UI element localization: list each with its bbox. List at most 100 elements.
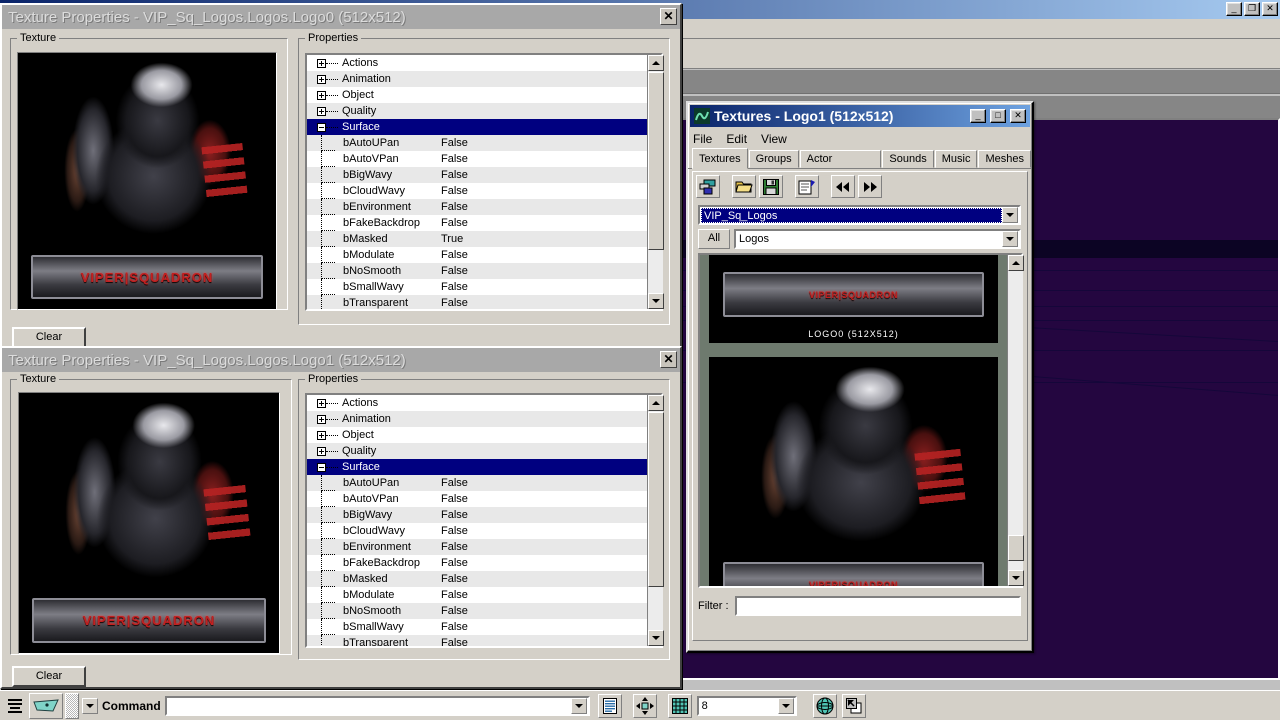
scroll-down-button[interactable] — [648, 630, 664, 646]
property-value[interactable]: False — [441, 573, 468, 585]
property-value[interactable]: False — [441, 525, 468, 537]
tab-groups[interactable]: Groups — [749, 150, 799, 168]
collapse-icon[interactable] — [317, 123, 326, 132]
scroll-down-button[interactable] — [1008, 570, 1024, 586]
property-row[interactable]: bCloudWavyFalse — [307, 523, 661, 539]
property-value[interactable]: False — [441, 185, 468, 197]
expand-icon[interactable] — [317, 447, 326, 456]
property-row[interactable]: bFakeBackdropFalse — [307, 215, 661, 231]
browser-tabstrip[interactable]: TexturesGroupsActor ClassesSoundsMusicMe… — [688, 148, 1032, 169]
thumbnail-item[interactable]: VIPER|SQUADRONLOGO0 (512X512) — [709, 253, 998, 343]
group-combobox[interactable]: Logos — [734, 229, 1021, 249]
expand-icon[interactable] — [317, 59, 326, 68]
property-value[interactable]: False — [441, 169, 468, 181]
command-combobox[interactable] — [165, 696, 590, 716]
browser-titlebar[interactable]: Textures - Logo1 (512x512) _ □ ✕ — [690, 105, 1030, 127]
property-row[interactable]: bAutoVPanFalse — [307, 491, 661, 507]
grip-handle[interactable] — [65, 693, 79, 719]
thumbnail-image[interactable]: VIPER|SQUADRON — [709, 253, 998, 327]
expand-icon[interactable] — [317, 431, 326, 440]
property-row[interactable]: bSmallWavyFalse — [307, 619, 661, 635]
property-value[interactable]: False — [441, 297, 468, 309]
minimize-button[interactable]: _ — [970, 109, 986, 123]
open-folder-icon[interactable] — [732, 175, 756, 198]
property-value[interactable]: False — [441, 153, 468, 165]
property-row[interactable]: bBigWavyFalse — [307, 167, 661, 183]
property-value[interactable]: False — [441, 201, 468, 213]
scroll-down-button[interactable] — [648, 293, 664, 309]
expand-icon[interactable] — [317, 107, 326, 116]
texture-properties-window-1[interactable]: Texture Properties - VIP_Sq_Logos.Logos.… — [0, 346, 682, 689]
editor-window-controls[interactable]: _ ❐ ✕ — [1226, 2, 1278, 16]
menu-file[interactable]: File — [693, 132, 712, 146]
grid-icon[interactable] — [668, 694, 692, 718]
package-dropdown-arrow[interactable] — [1002, 207, 1018, 223]
property-value[interactable]: False — [441, 621, 468, 633]
property-value[interactable]: False — [441, 509, 468, 521]
properties-icon[interactable] — [795, 175, 819, 198]
save-disk-icon[interactable] — [759, 175, 783, 198]
window-titlebar[interactable]: Texture Properties - VIP_Sq_Logos.Logos.… — [2, 348, 680, 372]
scroll-thumb[interactable] — [1008, 535, 1024, 561]
grid-size-combobox[interactable]: 8 — [697, 696, 797, 716]
expand-icon[interactable] — [317, 415, 326, 424]
property-row[interactable]: bTransparentFalse — [307, 295, 661, 311]
collapse-icon[interactable] — [317, 463, 326, 472]
package-combobox[interactable]: VIP_Sq_Logos — [698, 205, 1021, 225]
tab-meshes[interactable]: Meshes — [978, 150, 1031, 168]
brush-wedge-icon[interactable] — [29, 693, 63, 719]
bottom-left-dropdown[interactable] — [82, 698, 98, 714]
tab-sounds[interactable]: Sounds — [882, 150, 933, 168]
group-dropdown-arrow[interactable] — [1002, 231, 1018, 247]
menu-edit[interactable]: Edit — [726, 132, 747, 146]
command-input[interactable] — [167, 698, 571, 714]
filter-input[interactable] — [737, 598, 1019, 614]
rotation-sphere-icon[interactable] — [813, 694, 837, 718]
prev-icon[interactable] — [831, 175, 855, 198]
close-icon[interactable]: ✕ — [1262, 2, 1278, 16]
property-row[interactable]: bSmallWavyFalse — [307, 279, 661, 295]
thumbnail-image[interactable]: VIPER|SQUADRON — [709, 357, 998, 588]
property-row[interactable]: bAutoUPanFalse — [307, 475, 661, 491]
property-row[interactable]: bBigWavyFalse — [307, 507, 661, 523]
expand-icon[interactable] — [317, 91, 326, 100]
scroll-up-button[interactable] — [648, 395, 664, 411]
property-category-row-selected[interactable]: Surface — [307, 119, 661, 135]
next-icon[interactable] — [858, 175, 882, 198]
texture-properties-window-0[interactable]: Texture Properties - VIP_Sq_Logos.Logos.… — [0, 3, 682, 348]
property-row[interactable]: bNoSmoothFalse — [307, 263, 661, 279]
close-button[interactable]: ✕ — [660, 351, 677, 368]
filter-input-wrapper[interactable] — [735, 596, 1021, 616]
grid-size-dropdown-arrow[interactable] — [778, 698, 794, 714]
property-row[interactable]: bEnvironmentFalse — [307, 199, 661, 215]
property-tree-scrollbar-0[interactable] — [647, 55, 663, 309]
property-row[interactable]: bModulateFalse — [307, 247, 661, 263]
expand-icon[interactable] — [317, 75, 326, 84]
maximize-button[interactable]: □ — [990, 109, 1006, 123]
property-category-row[interactable]: Object — [307, 427, 661, 443]
property-row[interactable]: bNoSmoothFalse — [307, 603, 661, 619]
tab-textures[interactable]: Textures — [692, 148, 748, 169]
property-tree-scrollbar-1[interactable] — [647, 395, 663, 646]
clear-button-1[interactable]: Clear — [12, 666, 86, 687]
property-value[interactable]: False — [441, 589, 468, 601]
property-value[interactable]: False — [441, 557, 468, 569]
property-value[interactable]: False — [441, 265, 468, 277]
thumbnail-pane[interactable]: VIPER|SQUADRONLOGO0 (512X512)VIPER|SQUAD… — [698, 253, 1023, 588]
close-button[interactable]: ✕ — [660, 8, 677, 25]
property-row[interactable]: bCloudWavyFalse — [307, 183, 661, 199]
property-value[interactable]: False — [441, 217, 468, 229]
browser-menubar[interactable]: File Edit View — [688, 129, 1032, 148]
snap-scale-icon[interactable] — [842, 694, 866, 718]
property-value[interactable]: False — [441, 493, 468, 505]
move-widget-icon[interactable] — [633, 694, 657, 718]
scroll-thumb[interactable] — [648, 72, 664, 250]
property-row[interactable]: bTransparentFalse — [307, 635, 661, 648]
property-value[interactable]: False — [441, 541, 468, 553]
new-package-icon[interactable] — [696, 175, 720, 198]
thumbnail-scrollbar[interactable] — [1007, 255, 1023, 586]
property-value[interactable]: False — [441, 637, 468, 648]
log-icon[interactable] — [598, 694, 622, 718]
property-category-row[interactable]: Actions — [307, 55, 661, 71]
texture-preview-1[interactable]: VIPER|SQUADRON — [18, 392, 280, 654]
